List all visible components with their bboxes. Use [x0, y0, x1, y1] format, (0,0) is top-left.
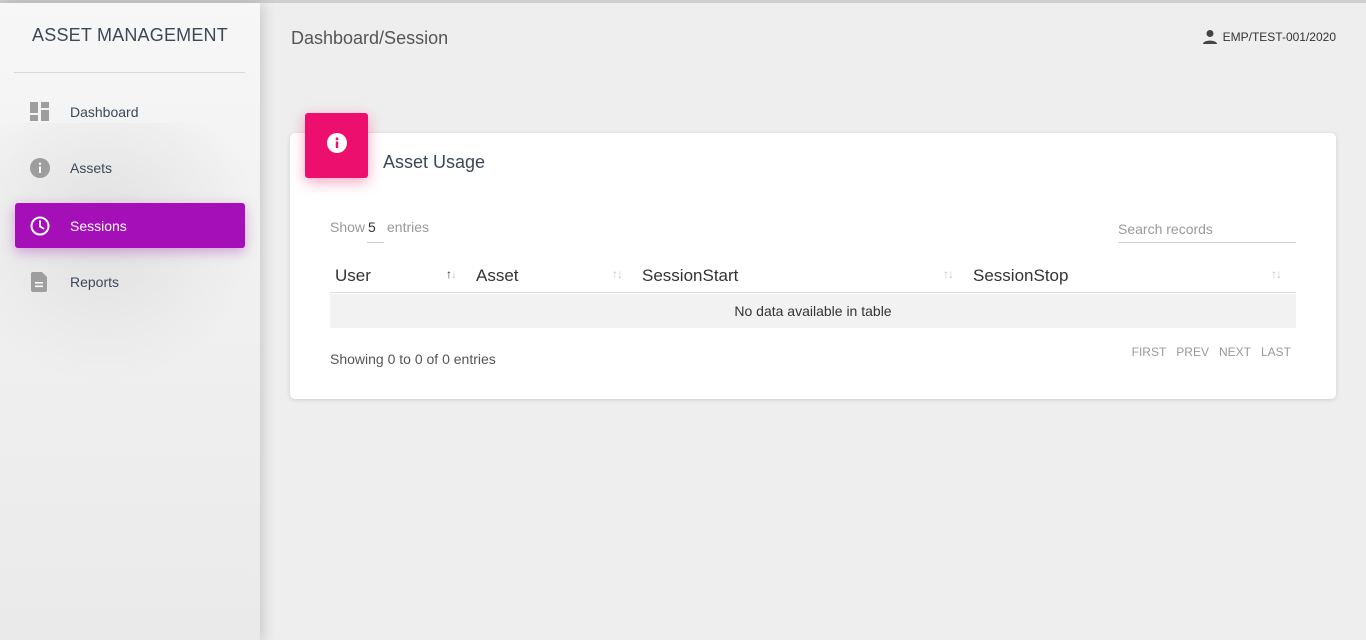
table-info: Showing 0 to 0 of 0 entries — [330, 351, 496, 367]
column-header-asset[interactable]: Asset — [476, 259, 519, 293]
sort-icon[interactable]: ↑↓ — [943, 267, 954, 281]
person-icon — [1202, 29, 1218, 45]
table-header: User ↑↓ Asset ↑↓ SessionStart ↑↓ Session… — [330, 259, 1296, 293]
info-icon — [326, 133, 347, 158]
user-id: EMP/TEST-001/2020 — [1222, 30, 1336, 44]
sort-icon[interactable]: ↑↓ — [1271, 267, 1282, 281]
column-label: SessionStart — [642, 266, 739, 285]
sidebar-item-assets[interactable]: Assets — [15, 145, 245, 190]
sort-icon[interactable]: ↑↓ — [612, 267, 623, 281]
column-header-sessionstop[interactable]: SessionStop — [973, 259, 1068, 293]
empty-table-row: No data available in table — [330, 294, 1296, 328]
entries-label: entries — [387, 219, 430, 235]
next-page-button[interactable]: NEXT — [1219, 345, 1251, 359]
user-menu[interactable]: EMP/TEST-001/2020 — [1202, 29, 1336, 45]
dashboard-icon — [29, 101, 51, 123]
divider — [14, 72, 245, 73]
card-header-icon — [305, 113, 368, 178]
card-title: Asset Usage — [383, 152, 486, 172]
last-page-button[interactable]: LAST — [1261, 345, 1291, 359]
sort-icon[interactable]: ↑↓ — [446, 267, 457, 281]
sidebar-item-label: Dashboard — [70, 103, 139, 120]
sidebar: ASSET MANAGEMENT Dashboard Assets Sessio… — [0, 3, 260, 640]
info-icon — [29, 157, 51, 179]
document-icon — [29, 271, 51, 293]
sidebar-item-dashboard[interactable]: Dashboard — [15, 89, 245, 134]
show-label: Show — [330, 219, 366, 235]
column-label: User — [335, 266, 371, 285]
pagination: FIRST PREV NEXT LAST — [1122, 345, 1291, 359]
breadcrumb: Dashboard/Session — [291, 28, 449, 48]
page-length-select[interactable]: 5 — [367, 217, 384, 243]
sidebar-item-label: Sessions — [70, 217, 127, 234]
column-label: Asset — [476, 266, 519, 285]
sidebar-item-label: Reports — [70, 273, 120, 290]
column-header-sessionstart[interactable]: SessionStart — [642, 259, 738, 293]
prev-page-button[interactable]: PREV — [1176, 345, 1209, 359]
sidebar-item-sessions[interactable]: Sessions — [15, 203, 245, 248]
sidebar-item-label: Assets — [70, 159, 113, 176]
first-page-button[interactable]: FIRST — [1132, 345, 1167, 359]
sidebar-item-reports[interactable]: Reports — [15, 259, 245, 304]
column-header-user[interactable]: User — [335, 259, 371, 293]
column-label: SessionStop — [973, 266, 1069, 285]
search-input[interactable] — [1118, 216, 1296, 243]
clock-icon — [29, 215, 51, 237]
brand-title[interactable]: ASSET MANAGEMENT — [0, 25, 260, 46]
